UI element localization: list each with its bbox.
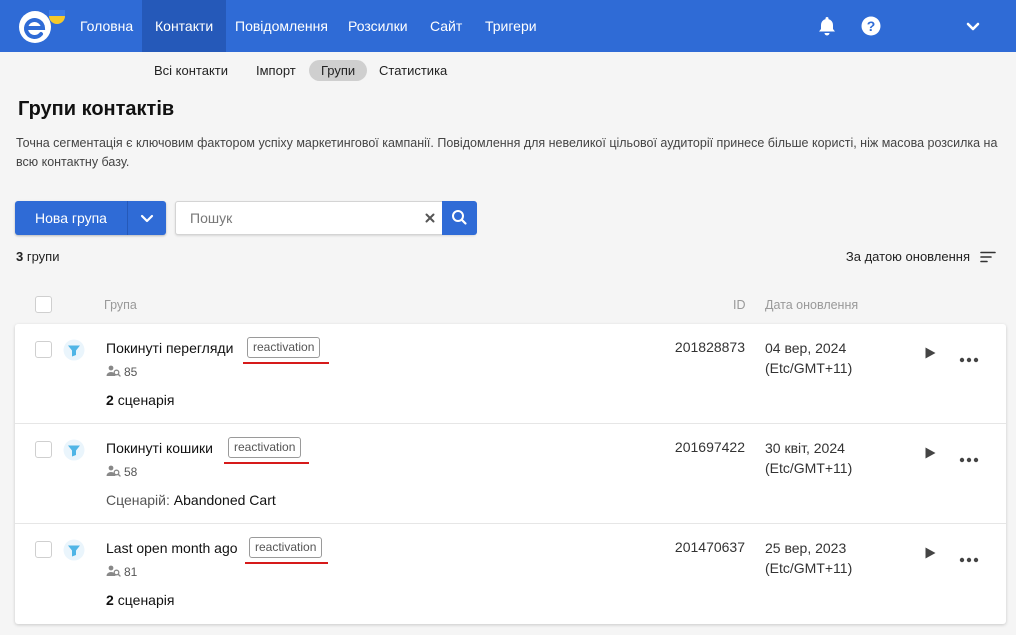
search-input[interactable]	[176, 202, 416, 234]
group-id: 201470637	[674, 539, 745, 555]
nav-home[interactable]: Головна	[68, 0, 145, 52]
group-tag[interactable]: reactivation	[228, 437, 302, 458]
search-box	[175, 201, 477, 235]
help-icon[interactable]: ?	[859, 14, 883, 38]
column-header-group[interactable]: Група	[104, 298, 137, 312]
subnav-all-contacts[interactable]: Всі контакти	[154, 60, 228, 81]
group-scenarios[interactable]: 2 сценарія	[106, 592, 174, 608]
segment-icon	[63, 439, 85, 461]
more-icon[interactable]	[959, 550, 979, 563]
group-tag[interactable]: reactivation	[247, 337, 321, 358]
group-scenarios[interactable]: 2 сценарія	[106, 392, 174, 408]
row-checkbox[interactable]	[35, 541, 52, 558]
segment-icon	[63, 339, 85, 361]
bell-icon[interactable]	[815, 14, 839, 38]
group-id: 201697422	[674, 439, 745, 455]
nav-messages[interactable]: Повідомлення	[223, 0, 340, 52]
group-scenarios[interactable]: Сценарій: Abandoned Cart	[106, 492, 276, 508]
table-row[interactable]: Покинуті перегляди reactivation 85 2 сцен…	[15, 324, 1006, 424]
users-icon	[106, 465, 121, 477]
group-tag[interactable]: reactivation	[249, 537, 323, 558]
table-row[interactable]: Покинуті кошики reactivation 58 Сценарій…	[15, 424, 1006, 524]
more-icon[interactable]	[959, 450, 979, 463]
table-row[interactable]: Last open month ago reactivation 81 2 сце…	[15, 524, 1006, 624]
row-checkbox[interactable]	[35, 341, 52, 358]
sort-icon[interactable]	[980, 250, 996, 264]
group-name[interactable]: Покинуті перегляди	[106, 340, 233, 356]
page-description: Точна сегментація є ключовим фактором ус…	[16, 136, 998, 169]
sort-control[interactable]: За датою оновлення	[796, 249, 996, 267]
group-id: 201828873	[674, 339, 745, 355]
tag-highlight-underline	[243, 362, 329, 364]
subnav-import[interactable]: Імпорт	[256, 60, 296, 81]
search-button[interactable]	[442, 201, 477, 235]
nav-triggers[interactable]: Тригери	[473, 0, 549, 52]
play-icon[interactable]	[923, 346, 937, 360]
segment-icon	[63, 539, 85, 561]
group-updated-date: 25 вер, 2023 (Etc/GMT+11)	[765, 540, 853, 576]
subnav-groups[interactable]: Групи	[309, 60, 368, 81]
users-icon	[106, 565, 121, 577]
nav-contacts[interactable]: Контакти	[142, 0, 227, 52]
new-group-button[interactable]: Нова група	[15, 201, 166, 235]
svg-text:?: ?	[867, 18, 876, 34]
row-checkbox[interactable]	[35, 441, 52, 458]
tag-highlight-underline	[245, 562, 328, 564]
column-header-id[interactable]: ID	[733, 298, 746, 312]
top-navigation-bar: Головна Контакти Повідомлення Розсилки С…	[0, 0, 1016, 52]
users-icon	[106, 365, 121, 377]
clear-icon[interactable]	[422, 210, 438, 226]
new-group-dropdown-chevron-icon[interactable]	[128, 201, 166, 235]
chevron-down-icon[interactable]	[961, 14, 985, 38]
nav-campaigns[interactable]: Розсилки	[336, 0, 420, 52]
group-name[interactable]: Last open month ago	[106, 540, 238, 556]
page-title: Групи контактів	[18, 98, 175, 120]
search-icon	[452, 210, 467, 225]
group-updated-date: 04 вер, 2024 (Etc/GMT+11)	[765, 340, 853, 376]
more-icon[interactable]	[959, 350, 979, 363]
play-icon[interactable]	[923, 546, 937, 560]
group-count: 3 групи	[16, 249, 60, 264]
play-icon[interactable]	[923, 446, 937, 460]
column-header-updated[interactable]: Дата оновлення	[765, 298, 858, 312]
nav-site[interactable]: Сайт	[418, 0, 474, 52]
new-group-label[interactable]: Нова група	[15, 201, 127, 235]
subnav-statistics[interactable]: Статистика	[379, 60, 447, 81]
select-all-checkbox[interactable]	[35, 296, 52, 313]
tag-highlight-underline	[224, 462, 309, 464]
logo-icon[interactable]	[16, 7, 66, 45]
group-updated-date: 30 квіт, 2024 (Etc/GMT+11)	[765, 440, 853, 476]
groups-table: Покинуті перегляди reactivation 85 2 сцен…	[15, 324, 1006, 624]
sort-label[interactable]: За датою оновлення	[846, 249, 970, 264]
group-name[interactable]: Покинуті кошики	[106, 440, 213, 456]
